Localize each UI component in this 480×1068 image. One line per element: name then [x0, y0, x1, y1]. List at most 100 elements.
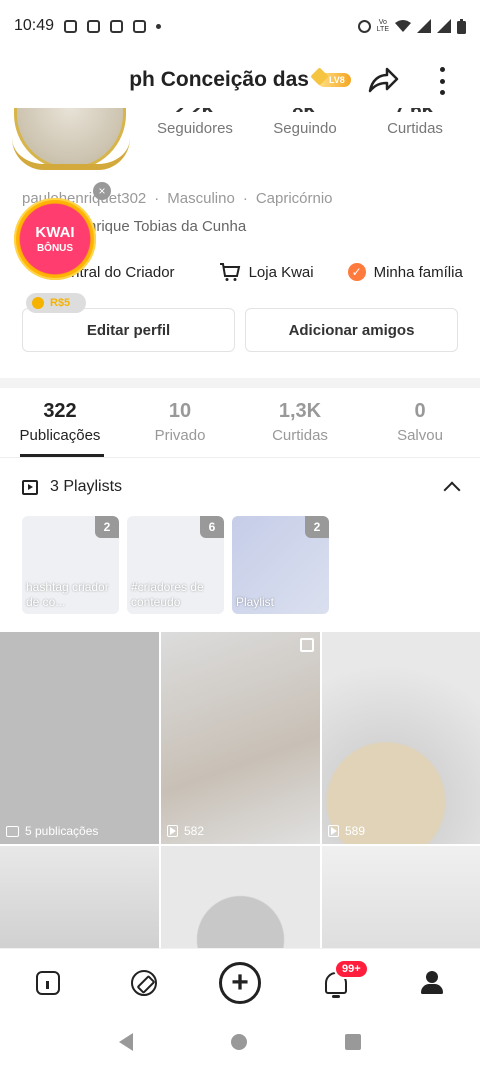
- tab-label: Publicações: [19, 427, 101, 444]
- nav-create[interactable]: +: [216, 959, 264, 1007]
- playlist-title: hashtag criador de co...: [26, 580, 109, 609]
- tab-publications[interactable]: 322 Publicações: [0, 400, 120, 457]
- bonus-subtitle: BÔNUS: [36, 243, 74, 254]
- stat-label: Seguidores: [157, 120, 233, 137]
- separator: ·: [154, 190, 160, 207]
- zodiac-sign: Capricórnio: [255, 190, 333, 207]
- nav-discover[interactable]: [120, 959, 168, 1007]
- bonus-title: KWAI: [35, 224, 75, 241]
- bottom-navigation: + 99+: [0, 948, 480, 1016]
- more-dot-icon: [439, 90, 445, 95]
- more-options-button[interactable]: [432, 64, 452, 98]
- video-grid: 5 publicações 582 589: [0, 632, 480, 950]
- cart-icon: [219, 263, 240, 281]
- volte-label: Vo: [378, 19, 387, 26]
- creator-links: Central do Criador Loja Kwai ✓ Minha fam…: [22, 260, 472, 284]
- shop-link-label: Loja Kwai: [248, 263, 314, 281]
- tab-count: 322: [43, 400, 77, 422]
- section-divider: [0, 378, 480, 388]
- content-tabs: 322 Publicações 10 Privado 1,3K Curtidas…: [0, 400, 480, 458]
- more-dot-icon: [439, 67, 445, 72]
- playlist-count: 2: [305, 516, 329, 538]
- profile-header: ph Conceição das LV8: [0, 52, 480, 108]
- signal-icon-2: [437, 19, 451, 33]
- tab-label: Curtidas: [272, 427, 328, 444]
- playlist-title: Playlist: [236, 595, 275, 609]
- avatar-frame: [12, 138, 130, 170]
- album-icon: [6, 825, 19, 837]
- playlist-card[interactable]: 2 hashtag criador de co...: [22, 516, 119, 614]
- bonus-close-button[interactable]: ×: [93, 182, 111, 200]
- edit-profile-button[interactable]: Editar perfil: [22, 308, 235, 352]
- compass-icon: [131, 969, 157, 996]
- nav-home[interactable]: [24, 959, 72, 1007]
- home-button-icon[interactable]: [231, 1034, 247, 1050]
- video-thumbnail[interactable]: 589: [322, 632, 480, 844]
- album-count: 5 publicações: [25, 824, 99, 838]
- views-overlay: 582: [167, 824, 204, 838]
- alarm-icon: [357, 19, 371, 33]
- playlists-header[interactable]: 3 Playlists: [22, 474, 462, 500]
- tab-count: 0: [414, 400, 426, 422]
- playlist-count: 2: [95, 516, 119, 538]
- video-thumbnail[interactable]: [322, 846, 480, 950]
- kwai-shop-link[interactable]: Loja Kwai: [219, 262, 314, 282]
- fan-notification-icon: [110, 19, 124, 33]
- kwai-bonus-widget[interactable]: KWAI BÔNUS: [14, 198, 96, 280]
- nav-notifications[interactable]: 99+: [312, 958, 369, 1007]
- stat-label: Curtidas: [387, 120, 443, 137]
- status-time: 10:49: [14, 17, 55, 34]
- video-thumbnail[interactable]: 5 publicações: [0, 632, 159, 844]
- fan-notification-icon-2: [133, 19, 147, 33]
- video-thumbnail[interactable]: [161, 846, 320, 950]
- video-thumbnail[interactable]: 582: [161, 632, 320, 844]
- playlist-cards: 2 hashtag criador de co... 6 #criadores …: [22, 516, 329, 614]
- volte-indicator: Vo LTE: [377, 19, 389, 33]
- profile-name: ph Conceição das: [129, 68, 309, 91]
- tab-private[interactable]: 10 Privado: [120, 400, 240, 457]
- level-badge[interactable]: LV8: [316, 73, 351, 87]
- coin-icon: [32, 297, 44, 309]
- share-icon: [368, 67, 399, 93]
- play-icon: [167, 825, 178, 837]
- plus-icon: +: [219, 961, 261, 1004]
- recents-icon[interactable]: [345, 1034, 361, 1050]
- tab-count: 10: [168, 400, 192, 422]
- home-icon: [36, 970, 60, 995]
- coin-chip[interactable]: R$5: [26, 293, 86, 313]
- notification-badge: 99+: [334, 958, 369, 979]
- add-friends-button[interactable]: Adicionar amigos: [245, 308, 458, 352]
- tab-saved[interactable]: 0 Salvou: [360, 400, 480, 457]
- playlist-count: 6: [200, 516, 224, 538]
- view-count: 582: [184, 824, 205, 838]
- video-thumbnail[interactable]: [0, 846, 159, 950]
- playlist-card[interactable]: 6 #criadores de conteudo: [127, 516, 224, 614]
- tab-label: Privado: [154, 427, 206, 444]
- news-notification-icon: [87, 19, 101, 33]
- full-name: nrique Tobias da Cunha: [88, 218, 247, 235]
- playlists-title: 3 Playlists: [50, 478, 123, 495]
- wifi-icon: [395, 20, 411, 32]
- play-icon: [328, 825, 339, 837]
- back-icon[interactable]: [119, 1033, 133, 1051]
- playlist-icon: [22, 479, 38, 495]
- playlist-card[interactable]: 2 Playlist: [232, 516, 329, 614]
- family-link-label: Minha família: [373, 263, 463, 281]
- app-notification-icon: [64, 19, 78, 33]
- my-family-link[interactable]: ✓ Minha família: [347, 263, 463, 281]
- views-overlay: 589: [328, 824, 365, 838]
- album-overlay: 5 publicações: [6, 824, 98, 838]
- coin-value: R$5: [50, 297, 71, 309]
- more-dot-icon: [439, 78, 445, 84]
- notification-icons: [64, 19, 162, 33]
- more-notifications-dot-icon: [156, 23, 162, 29]
- nav-profile[interactable]: [408, 959, 456, 1007]
- chevron-up-icon[interactable]: [443, 481, 461, 499]
- share-button[interactable]: [366, 64, 400, 98]
- signal-icon: [417, 19, 431, 33]
- tab-likes[interactable]: 1,3K Curtidas: [240, 400, 360, 457]
- system-navigation: [0, 1016, 480, 1068]
- lte-label: LTE: [376, 26, 389, 33]
- multi-image-icon: [300, 638, 314, 652]
- tab-count: 1,3K: [278, 400, 322, 422]
